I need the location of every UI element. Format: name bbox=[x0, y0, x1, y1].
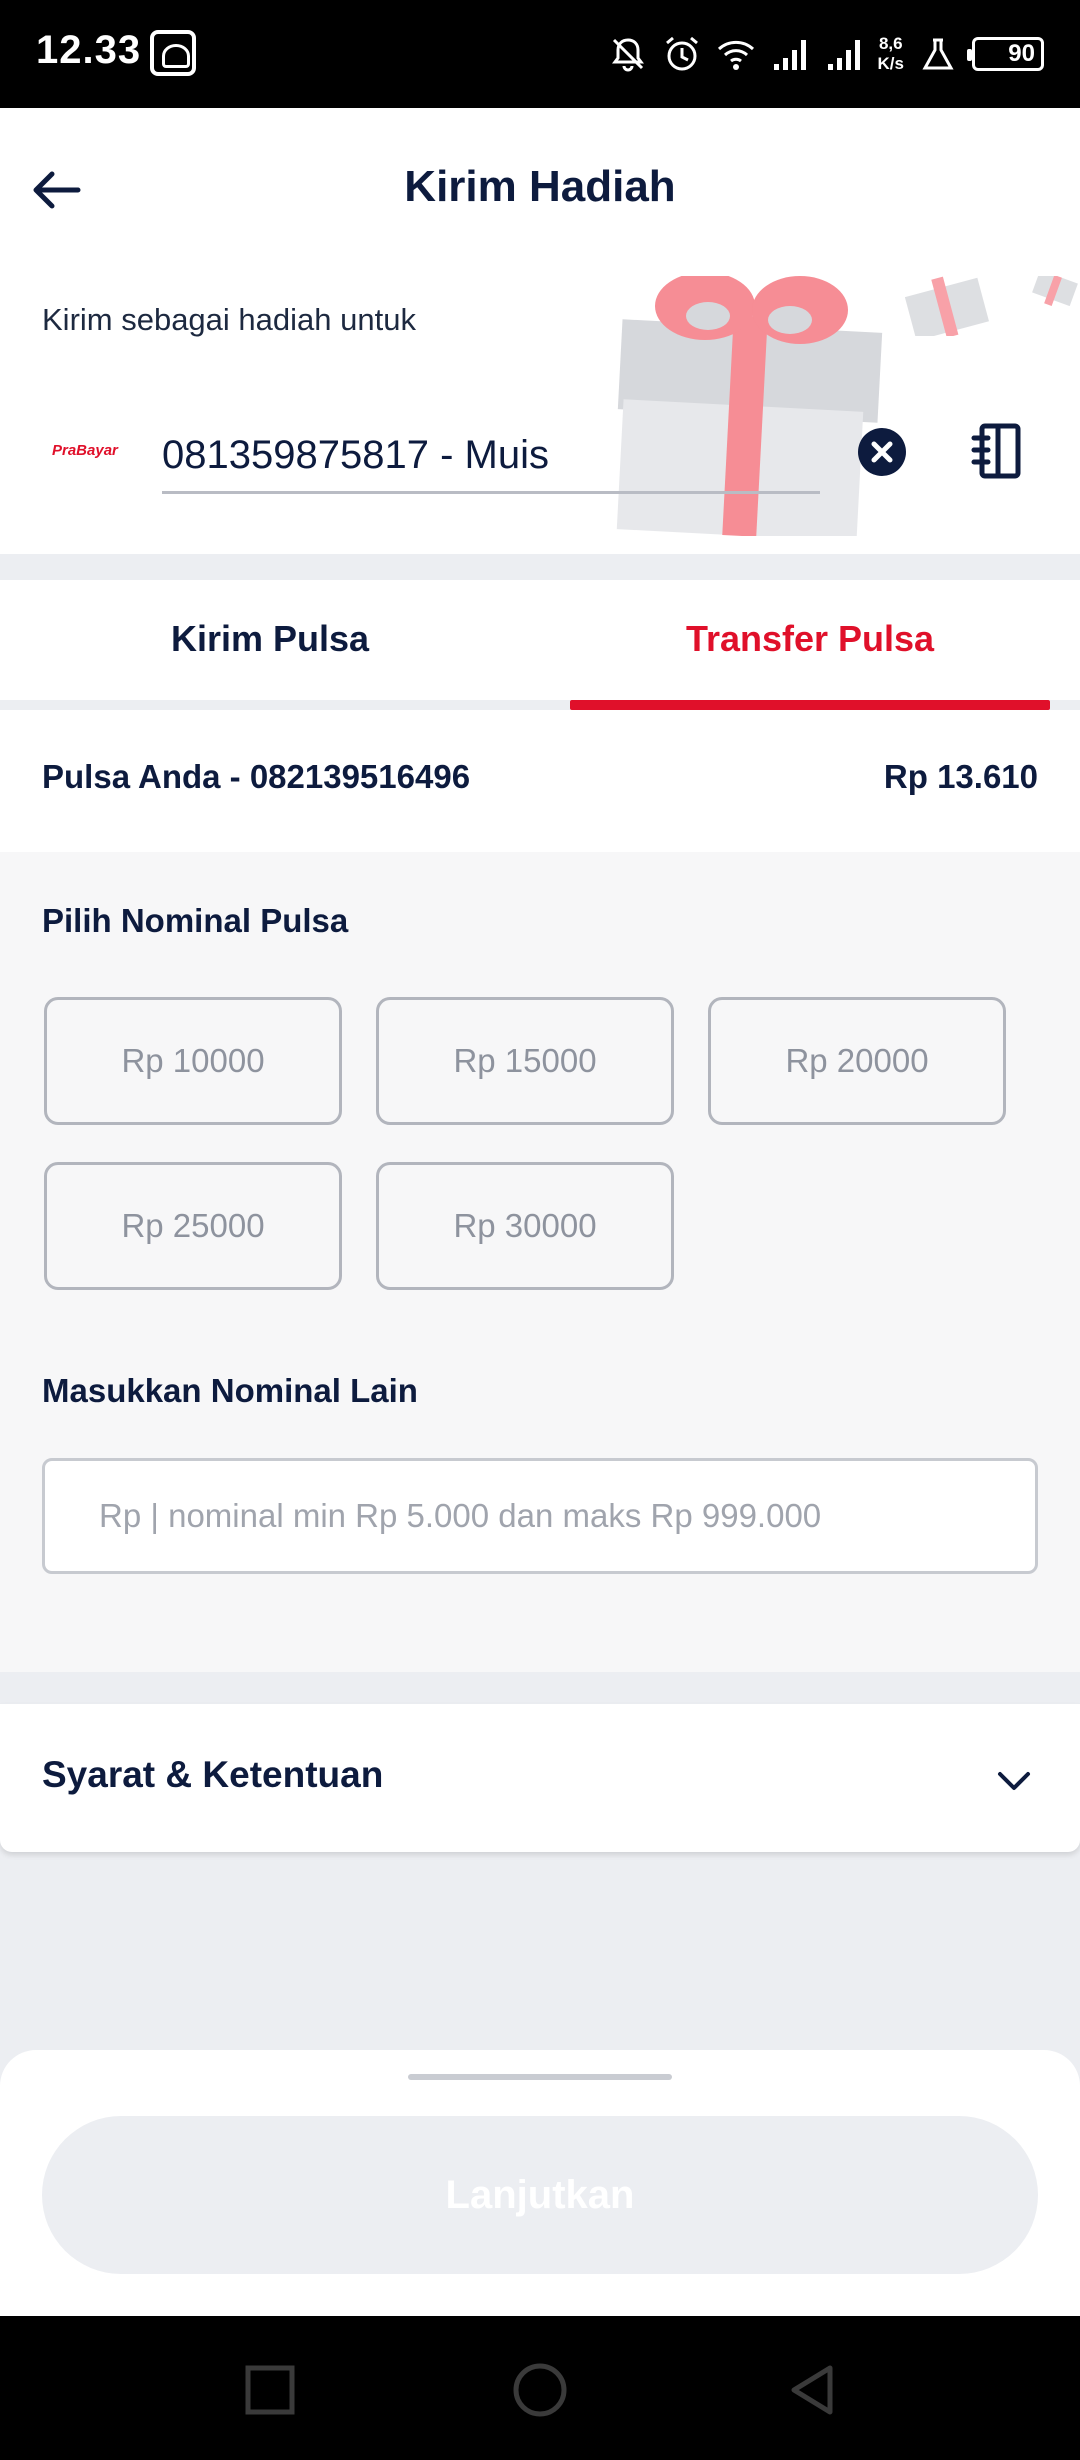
home-icon[interactable] bbox=[512, 2362, 568, 2418]
status-time: 12.33 bbox=[36, 28, 142, 72]
operator-logo: PraBayar bbox=[52, 442, 118, 459]
tab-kirim-pulsa[interactable]: Kirim Pulsa bbox=[0, 580, 540, 700]
page-title: Kirim Hadiah bbox=[404, 162, 676, 211]
nominal-option-15000[interactable]: Rp 15000 bbox=[376, 997, 674, 1125]
nominal-option-30000[interactable]: Rp 30000 bbox=[376, 1162, 674, 1290]
alarm-icon bbox=[662, 34, 702, 74]
terms-accordion[interactable]: Syarat & Ketentuan bbox=[0, 1704, 1080, 1852]
nominal-option-10000[interactable]: Rp 10000 bbox=[44, 997, 342, 1125]
nominal-option-25000[interactable]: Rp 25000 bbox=[44, 1162, 342, 1290]
back-nav-icon[interactable] bbox=[784, 2362, 840, 2418]
terms-label: Syarat & Ketentuan bbox=[42, 1754, 384, 1795]
other-nominal-input[interactable] bbox=[42, 1458, 1038, 1574]
continue-button[interactable]: Lanjutkan bbox=[42, 2116, 1038, 2274]
recipient-section: Kirim sebagai hadiah untuk PraBayar bbox=[0, 276, 1080, 554]
sheet-handle[interactable] bbox=[408, 2074, 672, 2080]
gift-icon bbox=[616, 276, 883, 536]
tab-bar: Kirim Pulsa Transfer Pulsa bbox=[0, 580, 1080, 710]
dnd-off-icon bbox=[608, 34, 648, 74]
recipient-phone-input[interactable] bbox=[162, 420, 820, 494]
status-icons: 8,6 K/s 90 bbox=[608, 28, 1044, 80]
tab-transfer-pulsa[interactable]: Transfer Pulsa bbox=[540, 580, 1080, 710]
system-nav-bar bbox=[0, 2316, 1080, 2460]
balance-label: Pulsa Anda - 082139516496 bbox=[42, 758, 471, 795]
balance-amount: Rp 13.610 bbox=[883, 758, 1038, 795]
signal-icon bbox=[770, 34, 810, 74]
net-speed-value: 8,6 bbox=[878, 34, 903, 53]
lab-icon bbox=[918, 34, 958, 74]
nominal-option-20000[interactable]: Rp 20000 bbox=[708, 997, 1006, 1125]
recipient-label: Kirim sebagai hadiah untuk bbox=[42, 302, 416, 337]
gift-icon bbox=[905, 276, 989, 336]
signal-icon bbox=[824, 34, 864, 74]
chevron-down-icon[interactable] bbox=[992, 1758, 1036, 1802]
wifi-icon bbox=[716, 34, 756, 74]
app-header: Kirim Hadiah bbox=[0, 108, 1080, 276]
net-speed-unit: K/s bbox=[877, 54, 904, 73]
bottom-sheet: Lanjutkan bbox=[0, 2050, 1080, 2316]
other-nominal-title: Masukkan Nominal Lain bbox=[42, 1372, 418, 1409]
recents-icon[interactable] bbox=[242, 2362, 298, 2418]
battery-indicator: 90 bbox=[967, 37, 1044, 71]
nominal-title: Pilih Nominal Pulsa bbox=[42, 902, 349, 939]
nominal-section: Pilih Nominal Pulsa Rp 10000 Rp 15000 Rp… bbox=[0, 852, 1080, 1672]
net-speed: 8,6 K/s bbox=[878, 34, 904, 74]
gallery-icon bbox=[150, 30, 196, 76]
close-circle-icon[interactable] bbox=[858, 428, 906, 476]
contact-book-icon[interactable] bbox=[968, 422, 1026, 480]
status-bar: 12.33 8,6 K/s 90 bbox=[0, 0, 1080, 108]
gift-icon bbox=[1032, 276, 1078, 306]
balance-row: Pulsa Anda - 082139516496 Rp 13.610 bbox=[0, 710, 1080, 852]
